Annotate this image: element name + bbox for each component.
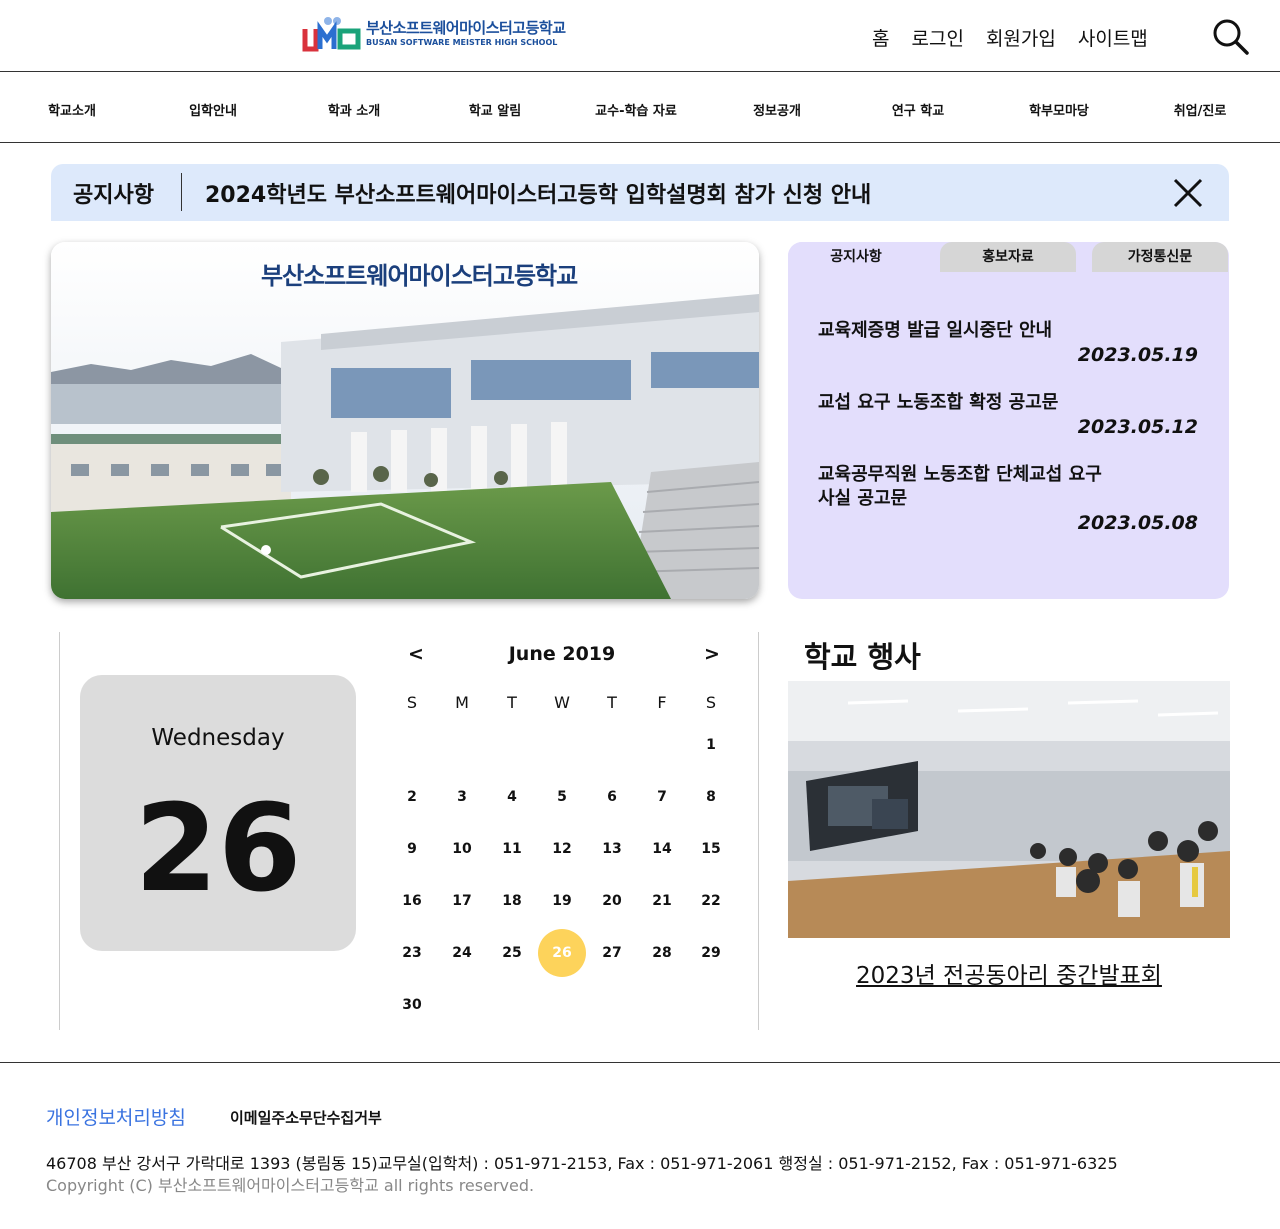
- tab-newsletters[interactable]: 가정통신문: [1092, 242, 1228, 272]
- event-photo[interactable]: [788, 681, 1230, 938]
- nav-item-careers[interactable]: 취업/진로: [1174, 100, 1227, 119]
- calendar-weekday-header: S: [705, 693, 717, 712]
- notice-banner: 공지사항 2024학년도 부산소프트웨어마이스터고등학 입학설명회 참가 신청 …: [51, 164, 1229, 221]
- calendar-header: < June 2019 >: [388, 643, 736, 669]
- calendar-day[interactable]: 8: [688, 774, 734, 820]
- nav-item-school-news[interactable]: 학교 알림: [469, 100, 521, 119]
- calendar-weekday-header: S: [406, 693, 418, 712]
- logo-mark-icon: [302, 15, 362, 53]
- calendar-day[interactable]: 5: [539, 774, 585, 820]
- calendar-day[interactable]: 27: [589, 930, 635, 976]
- notice-headline[interactable]: 2024학년도 부산소프트웨어마이스터고등학 입학설명회 참가 신청 안내: [205, 177, 871, 209]
- board-panel: 공지사항 홍보자료 가정통신문 교육제증명 발급 일시중단 안내 2023.05…: [788, 242, 1229, 599]
- calendar-day[interactable]: 30: [389, 982, 435, 1028]
- tab-promotions[interactable]: 홍보자료: [940, 242, 1076, 272]
- post-title[interactable]: 교육제증명 발급 일시중단 안내: [818, 319, 1198, 343]
- calendar-day[interactable]: 3: [439, 774, 485, 820]
- top-link-home[interactable]: 홈: [872, 24, 889, 51]
- divider: [59, 632, 60, 1030]
- calendar-weekday-header: T: [507, 693, 517, 712]
- calendar-day[interactable]: 19: [539, 878, 585, 924]
- event-caption-link[interactable]: 2023년 전공동아리 중간발표회: [788, 956, 1230, 990]
- post-title[interactable]: 교육공무직원 노동조합 단체교섭 요구사실 공고문: [818, 463, 1108, 511]
- calendar-weekday-header: F: [657, 693, 667, 712]
- calendar-day[interactable]: 6: [589, 774, 635, 820]
- calendar-day[interactable]: 23: [389, 930, 435, 976]
- calendar-day[interactable]: 13: [589, 826, 635, 872]
- footer-address: 46708 부산 강서구 가락대로 1393 (봉림동 15)교무실(입학처) …: [46, 1154, 1118, 1173]
- calendar-day[interactable]: 7: [639, 774, 685, 820]
- footer-privacy-policy-link[interactable]: 개인정보처리방침: [46, 1103, 186, 1130]
- list-item[interactable]: 교육제증명 발급 일시중단 안내 2023.05.19: [818, 319, 1198, 367]
- footer-email-refusal-link[interactable]: 이메일주소무단수집거부: [230, 1107, 382, 1128]
- calendar-day[interactable]: 25: [489, 930, 535, 976]
- top-links: 홈 로그인 회원가입 사이트맵: [872, 24, 1148, 51]
- nav-item-admission[interactable]: 입학안내: [189, 100, 237, 119]
- tab-notices[interactable]: 공지사항: [788, 242, 924, 272]
- nav-item-research-school[interactable]: 연구 학교: [892, 100, 944, 119]
- notice-divider: [181, 173, 182, 211]
- calendar-day[interactable]: 16: [389, 878, 435, 924]
- site-header: 부산소프트웨어마이스터고등학교 BUSAN SOFTWARE MEISTER H…: [0, 0, 1280, 72]
- main-nav: 학교소개 입학안내 학과 소개 학교 알림 교수-학습 자료 정보공개 연구 학…: [0, 73, 1280, 143]
- calendar-day[interactable]: 12: [539, 826, 585, 872]
- footer-copyright: Copyright (C) 부산소프트웨어마이스터고등학교 all rights…: [46, 1176, 535, 1195]
- calendar-weekday-header: T: [607, 693, 617, 712]
- calendar-day[interactable]: 17: [439, 878, 485, 924]
- top-link-signup[interactable]: 회원가입: [986, 24, 1056, 51]
- events-heading: 학교 행사: [804, 640, 921, 674]
- calendar-day[interactable]: 2: [389, 774, 435, 820]
- calendar-month-label: June 2019: [508, 643, 616, 665]
- calendar-day[interactable]: 14: [639, 826, 685, 872]
- search-icon[interactable]: [1212, 18, 1250, 56]
- calendar-day-selected[interactable]: 26: [538, 929, 586, 977]
- close-icon[interactable]: [1171, 176, 1205, 210]
- today-date-number: 26: [134, 780, 302, 919]
- calendar-day[interactable]: 9: [389, 826, 435, 872]
- calendar-day[interactable]: 22: [688, 878, 734, 924]
- post-date: 2023.05.12: [1077, 416, 1198, 438]
- nav-item-parents[interactable]: 학부모마당: [1029, 100, 1089, 119]
- top-link-login[interactable]: 로그인: [911, 24, 963, 51]
- calendar-weekday-header: M: [455, 693, 469, 712]
- nav-item-school-intro[interactable]: 학교소개: [48, 100, 96, 119]
- calendar-day[interactable]: 10: [439, 826, 485, 872]
- footer-divider: [0, 1062, 1280, 1063]
- calendar-weekday-header: W: [554, 693, 570, 712]
- post-date: 2023.05.19: [1077, 344, 1198, 366]
- post-date: 2023.05.08: [1077, 512, 1198, 534]
- calendar-day[interactable]: 15: [688, 826, 734, 872]
- calendar-day[interactable]: 4: [489, 774, 535, 820]
- list-item[interactable]: 교육공무직원 노동조합 단체교섭 요구사실 공고문 2023.05.08: [818, 463, 1198, 535]
- today-card: Wednesday 26: [80, 675, 356, 951]
- calendar-day[interactable]: 18: [489, 878, 535, 924]
- calendar-day[interactable]: 20: [589, 878, 635, 924]
- divider: [758, 632, 759, 1030]
- calendar-day[interactable]: 21: [639, 878, 685, 924]
- calendar-day[interactable]: 29: [688, 930, 734, 976]
- calendar-day[interactable]: 28: [639, 930, 685, 976]
- post-title[interactable]: 교섭 요구 노동조합 확정 공고문: [818, 391, 1198, 415]
- nav-item-teaching-materials[interactable]: 교수-학습 자료: [595, 100, 677, 119]
- today-weekday: Wednesday: [151, 725, 285, 751]
- calendar-day[interactable]: 24: [439, 930, 485, 976]
- hero-title: 부산소프트웨어마이스터고등학교: [261, 262, 578, 290]
- calendar-day[interactable]: 1: [688, 722, 734, 768]
- school-logo[interactable]: 부산소프트웨어마이스터고등학교 BUSAN SOFTWARE MEISTER H…: [302, 14, 566, 54]
- hero-image: 부산소프트웨어마이스터고등학교: [51, 242, 759, 599]
- logo-name-en: BUSAN SOFTWARE MEISTER HIGH SCHOOL: [366, 38, 558, 47]
- calendar-next-button[interactable]: >: [704, 643, 720, 665]
- nav-item-departments[interactable]: 학과 소개: [328, 100, 380, 119]
- top-link-sitemap[interactable]: 사이트맵: [1078, 24, 1148, 51]
- nav-item-disclosure[interactable]: 정보공개: [753, 100, 801, 119]
- notice-label: 공지사항: [73, 183, 154, 208]
- logo-name-kr: 부산소프트웨어마이스터고등학교: [366, 19, 566, 37]
- calendar-day[interactable]: 11: [489, 826, 535, 872]
- list-item[interactable]: 교섭 요구 노동조합 확정 공고문 2023.05.12: [818, 391, 1198, 439]
